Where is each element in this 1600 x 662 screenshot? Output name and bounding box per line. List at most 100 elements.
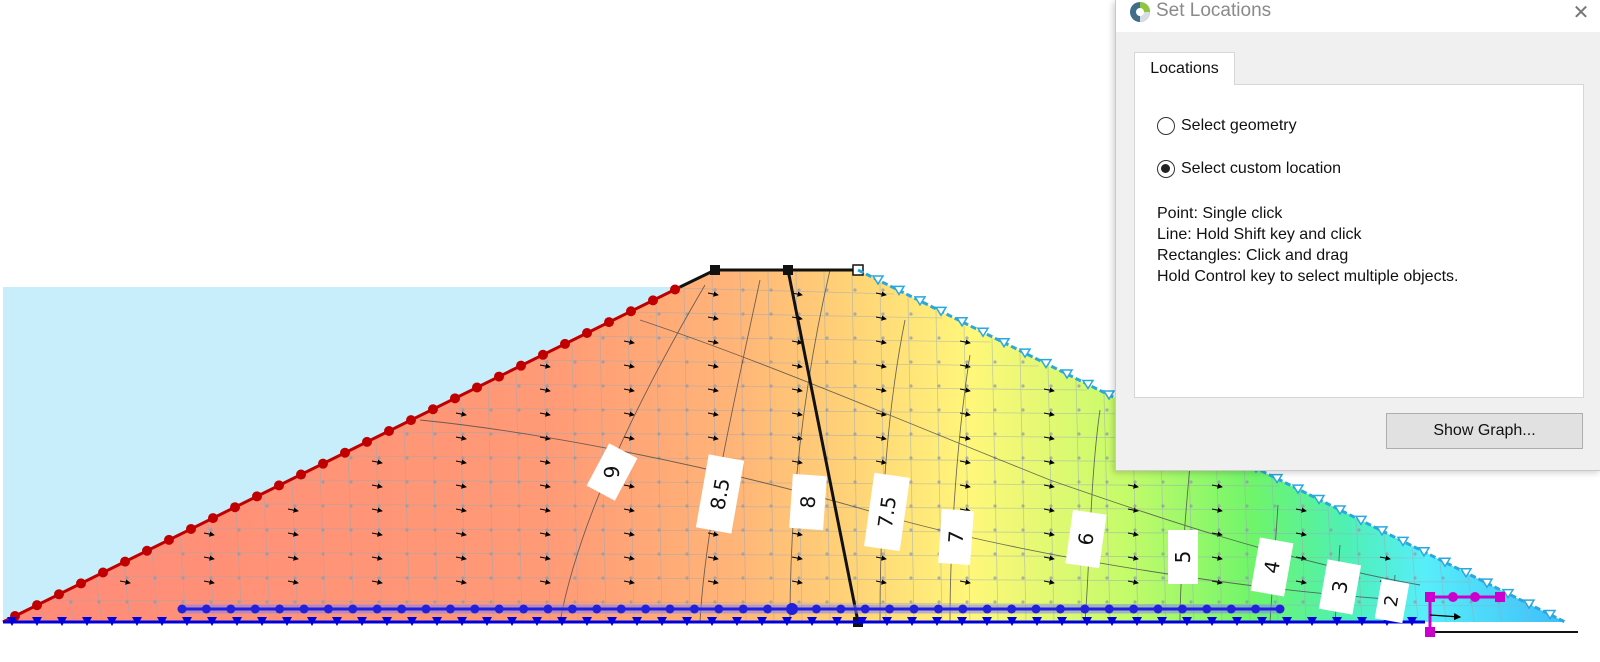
upstream-marker: [560, 338, 570, 349]
mesh-node: [1021, 600, 1025, 604]
mesh-node: [517, 504, 521, 508]
mesh-node: [209, 552, 213, 556]
mesh-node: [657, 408, 661, 412]
mesh-node: [881, 360, 885, 364]
mesh-node: [601, 600, 605, 604]
select-geometry-label: Select geometry: [1181, 117, 1297, 134]
mesh-node: [517, 384, 521, 388]
mesh-node: [1077, 456, 1081, 460]
mesh-node: [1161, 480, 1165, 484]
mesh-node: [909, 336, 913, 340]
mesh-node: [629, 384, 633, 388]
upstream-marker: [120, 556, 130, 567]
select-custom-location-option[interactable]: Select custom location: [1157, 160, 1341, 178]
query-point: [982, 604, 992, 614]
query-point: [763, 604, 773, 614]
close-icon[interactable]: ✕: [1566, 0, 1596, 24]
mesh-node: [1021, 480, 1025, 484]
mesh-node: [769, 456, 773, 460]
tab-locations[interactable]: Locations: [1134, 52, 1235, 85]
mesh-node: [797, 432, 801, 436]
mesh-node: [377, 528, 381, 532]
query-point: [714, 604, 724, 614]
upstream-marker: [252, 491, 262, 502]
upstream-marker: [538, 349, 548, 360]
query-point: [226, 604, 236, 614]
mesh-node: [377, 552, 381, 556]
upstream-marker: [186, 523, 196, 534]
query-point: [250, 604, 260, 614]
show-graph-button[interactable]: Show Graph...: [1386, 413, 1583, 449]
mesh-node: [685, 504, 689, 508]
upstream-marker: [494, 371, 504, 382]
mesh-node: [909, 552, 913, 556]
svg-text:7.5: 7.5: [873, 495, 901, 530]
query-point: [323, 604, 333, 614]
mesh-node: [1189, 480, 1193, 484]
mesh-node: [713, 432, 717, 436]
mesh-node: [1021, 552, 1025, 556]
mesh-node: [993, 384, 997, 388]
dialog-titlebar[interactable]: Set Locations ✕: [1116, 0, 1600, 32]
query-point: [1129, 604, 1139, 614]
mesh-node: [881, 312, 885, 316]
mesh-node: [937, 576, 941, 580]
mesh-node: [1133, 528, 1137, 532]
mesh-node: [1077, 600, 1081, 604]
mesh-node: [405, 432, 409, 436]
mesh-node: [741, 480, 745, 484]
dialog-title: Set Locations: [1156, 0, 1272, 21]
mesh-node: [965, 576, 969, 580]
query-point: [836, 604, 846, 614]
query-point: [201, 604, 211, 614]
mesh-node: [825, 576, 829, 580]
mesh-node: [601, 336, 605, 340]
mesh-node: [881, 408, 885, 412]
mesh-node: [1021, 384, 1025, 388]
mesh-node: [181, 576, 185, 580]
mesh-node: [1105, 528, 1109, 532]
mesh-node: [769, 432, 773, 436]
mesh-node: [1357, 600, 1361, 604]
mesh-node: [741, 600, 745, 604]
mesh-node: [741, 576, 745, 580]
mesh-node: [1301, 576, 1305, 580]
mesh-node: [1413, 552, 1417, 556]
mesh-node: [461, 504, 465, 508]
query-point: [519, 604, 529, 614]
set-locations-dialog: Set Locations ✕ Locations Select geometr…: [1115, 0, 1600, 471]
mesh-node: [629, 480, 633, 484]
mesh-node: [545, 384, 549, 388]
mesh-node: [881, 336, 885, 340]
mesh-node: [797, 408, 801, 412]
mesh-node: [853, 456, 857, 460]
mesh-node: [1189, 504, 1193, 508]
mesh-node: [965, 504, 969, 508]
mesh-node: [909, 504, 913, 508]
mesh-node: [937, 456, 941, 460]
mesh-node: [657, 432, 661, 436]
mesh-node: [1133, 576, 1137, 580]
query-point: [275, 604, 285, 614]
select-custom-location-radio[interactable]: [1157, 160, 1175, 178]
mesh-node: [1273, 600, 1277, 604]
query-point: [1104, 604, 1114, 614]
mesh-node: [489, 504, 493, 508]
mesh-node: [1217, 504, 1221, 508]
svg-text:7: 7: [944, 530, 969, 544]
mesh-node: [461, 552, 465, 556]
upstream-marker: [428, 404, 438, 415]
select-geometry-radio[interactable]: [1157, 117, 1175, 135]
select-geometry-option[interactable]: Select geometry: [1157, 117, 1297, 135]
mesh-node: [825, 312, 829, 316]
query-point: [494, 604, 504, 614]
query-point: [665, 604, 675, 614]
mesh-node: [1441, 600, 1445, 604]
mesh-node: [713, 384, 717, 388]
mesh-node: [349, 480, 353, 484]
mesh-node: [685, 456, 689, 460]
mesh-node: [965, 336, 969, 340]
mesh-node: [349, 528, 353, 532]
query-point: [592, 604, 602, 614]
query-point: [421, 604, 431, 614]
